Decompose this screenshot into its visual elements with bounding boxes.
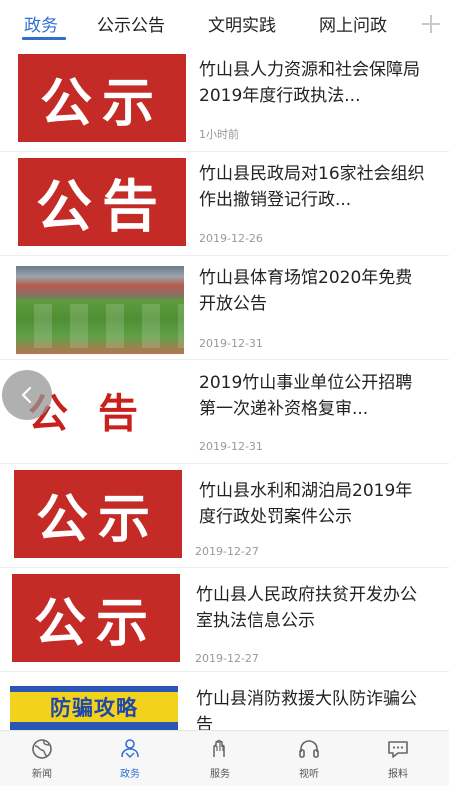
thumbnail-banner: 防骗攻略: [10, 692, 178, 722]
news-thumbnail: 公告: [18, 158, 186, 246]
hands-icon: [213, 739, 225, 757]
list-item[interactable]: 公示 竹山县水利和湖泊局2019年度行政处罚案件公示 2019-12-27: [0, 464, 449, 568]
nav-media[interactable]: 视听: [279, 737, 339, 783]
news-list: 公示 竹山县人力资源和社会保障局2019年度行政执法... 1小时前 公告 竹山…: [0, 48, 449, 730]
list-item[interactable]: 竹山县体育场馆2020年免费开放公告 2019-12-31: [0, 256, 449, 360]
news-thumbnail: 公示: [18, 54, 186, 142]
thumbnail-text: 公示: [39, 73, 164, 134]
news-title: 竹山县人力资源和社会保障局2019年度行政执法...: [199, 60, 420, 106]
tab-public-notices[interactable]: 公示公告: [97, 11, 165, 36]
news-title: 竹山县体育场馆2020年免费开放公告: [199, 268, 413, 314]
news-time: 2019-12-31: [199, 440, 263, 453]
bottom-edge: [0, 786, 449, 800]
news-time: 1小时前: [199, 128, 239, 141]
list-item[interactable]: 公示 竹山县人力资源和社会保障局2019年度行政执法... 1小时前: [0, 48, 449, 152]
list-item[interactable]: 防骗攻略 竹山县消防救援大队防诈骗公告: [0, 672, 449, 730]
news-thumbnail: 防骗攻略: [10, 686, 178, 730]
list-item[interactable]: 公告 竹山县民政局对16家社会组织作出撤销登记行政... 2019-12-26: [0, 152, 449, 256]
list-item[interactable]: 公告 2019竹山事业单位公开招聘第一次递补资格复审... 2019-12-31: [0, 360, 449, 464]
list-item[interactable]: 公示 竹山县人民政府扶贫开发办公室执法信息公示 2019-12-27: [0, 568, 449, 672]
nav-label: 政务: [120, 769, 140, 780]
thumbnail-text: 防骗攻略: [50, 696, 138, 720]
back-button[interactable]: [2, 370, 52, 420]
nav-government[interactable]: 政务: [100, 737, 160, 783]
nav-news[interactable]: 新闻: [12, 737, 72, 783]
news-time: 2019-12-31: [199, 337, 263, 350]
nav-label: 新闻: [32, 769, 52, 780]
tab-civilization-practice[interactable]: 文明实践: [208, 11, 276, 36]
nav-label: 服务: [210, 769, 230, 780]
add-tab-button[interactable]: [413, 6, 449, 42]
active-tab-indicator: [22, 37, 66, 40]
news-title: 竹山县水利和湖泊局2019年度行政处罚案件公示: [199, 481, 413, 527]
tab-online-inquiry[interactable]: 网上问政: [319, 11, 387, 36]
bottom-navigation: 新闻 政务 服务 视听 报料: [0, 730, 449, 786]
news-thumbnail: 公示: [12, 574, 180, 662]
news-title: 2019竹山事业单位公开招聘第一次递补资格复审...: [199, 373, 413, 419]
thumbnail-text: 公示: [33, 593, 158, 654]
field-stripes: [16, 304, 184, 348]
news-title: 竹山县人民政府扶贫开发办公室执法信息公示: [196, 585, 417, 631]
people-icon: [121, 739, 139, 758]
chevron-left-icon: [21, 386, 32, 404]
nav-service[interactable]: 服务: [190, 737, 250, 783]
news-time: 2019-12-27: [195, 652, 259, 665]
chat-icon: [388, 741, 408, 758]
thumbnail-text: 公告: [36, 174, 168, 240]
thumbnail-text: 公示: [35, 489, 160, 550]
plus-icon: [422, 15, 440, 33]
news-thumbnail: 公示: [14, 470, 182, 558]
news-time: 2019-12-26: [199, 232, 263, 245]
news-title: 竹山县民政局对16家社会组织作出撤销登记行政...: [199, 164, 425, 210]
nav-label: 视听: [299, 769, 319, 780]
nav-report[interactable]: 报料: [368, 737, 428, 783]
globe-icon: [32, 739, 52, 759]
news-time: 2019-12-27: [195, 545, 259, 558]
news-title: 竹山县消防救援大队防诈骗公告: [196, 689, 417, 730]
headphones-icon: [299, 740, 319, 758]
nav-label: 报料: [388, 769, 408, 780]
stadium-photo: [16, 266, 184, 354]
category-tab-bar: 政务 公示公告 文明实践 网上问政: [0, 0, 449, 48]
tab-government[interactable]: 政务: [24, 11, 58, 36]
